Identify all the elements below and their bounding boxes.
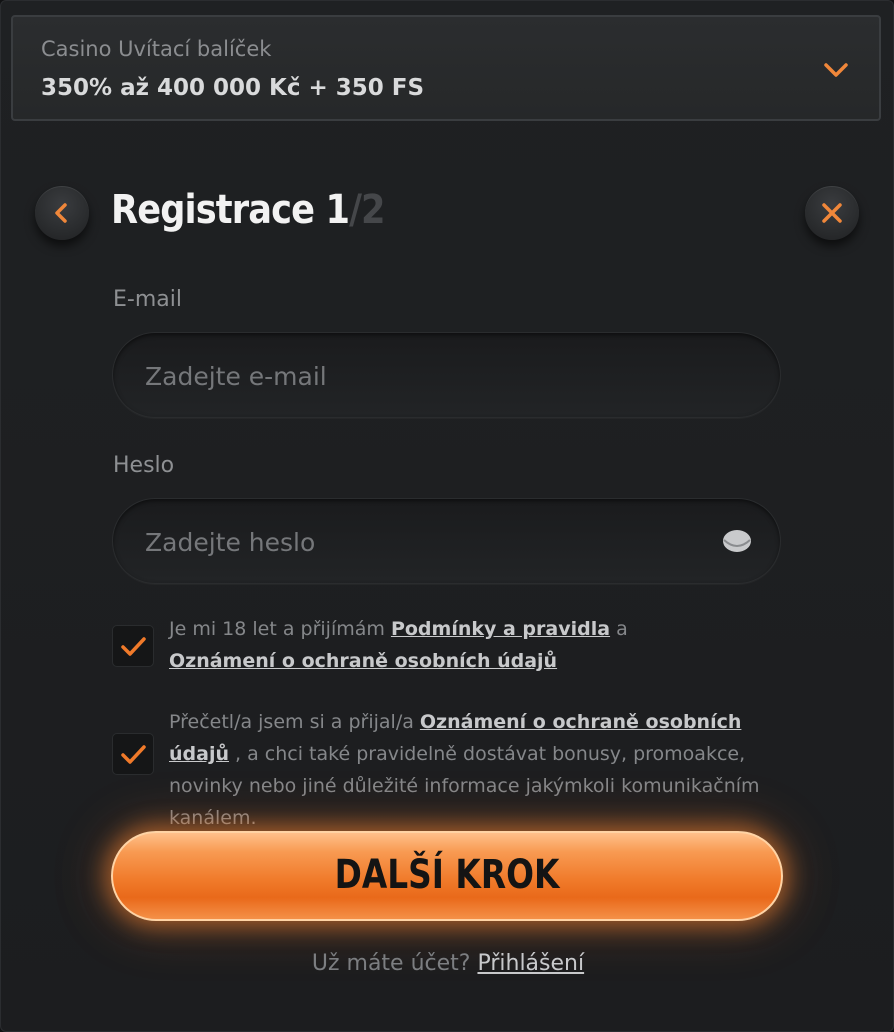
page-title: Registrace 1/2 (111, 187, 386, 233)
email-label: E-mail (113, 287, 182, 312)
chevron-down-icon (824, 63, 848, 77)
terms-text-before: Je mi 18 let a přijímám (169, 618, 391, 640)
bonus-title: Casino Uvítací balíček (41, 37, 272, 61)
welcome-bonus-selector[interactable]: Casino Uvítací balíček 350% až 400 000 K… (11, 15, 881, 121)
page-title-text: Registrace 1 (111, 187, 350, 233)
password-field-container (112, 498, 781, 585)
chevron-left-icon (55, 203, 67, 223)
eye-icon[interactable] (722, 528, 752, 554)
terms-text-middle: a (610, 618, 628, 640)
privacy-link-1[interactable]: Oznámení o ochraně osobních údajů (169, 650, 557, 672)
registration-modal: Casino Uvítací balíček 350% až 400 000 K… (0, 0, 894, 1032)
checkmark-icon (121, 637, 146, 656)
marketing-checkbox[interactable] (112, 733, 154, 775)
terms-checkbox[interactable] (112, 625, 154, 667)
back-button[interactable] (35, 186, 89, 240)
login-prompt-text: Už máte účet? (311, 951, 478, 976)
terms-consent-text: Je mi 18 let a přijímám Podmínky a pravi… (169, 613, 799, 677)
next-step-button[interactable]: DALŠÍ KROK (111, 831, 783, 921)
step-total: /2 (349, 187, 385, 233)
marketing-text-after: , a chci také pravidelně dostávat bonusy… (169, 743, 760, 829)
password-field[interactable] (143, 499, 707, 585)
email-field-container (112, 332, 781, 419)
email-field[interactable] (143, 333, 707, 419)
marketing-consent-text: Přečetl/a jsem si a přijal/a Oznámení o … (169, 706, 799, 834)
marketing-text-before: Přečetl/a jsem si a přijal/a (169, 711, 420, 733)
close-button[interactable] (805, 186, 859, 240)
terms-link[interactable]: Podmínky a pravidla (391, 618, 610, 640)
bonus-value: 350% až 400 000 Kč + 350 FS (41, 75, 425, 101)
login-prompt: Už máte účet? Přihlášení (1, 951, 894, 976)
next-step-label: DALŠÍ KROK (334, 852, 560, 898)
password-label: Heslo (113, 453, 175, 478)
checkmark-icon (121, 745, 146, 764)
login-link[interactable]: Přihlášení (477, 951, 584, 976)
close-icon (822, 203, 842, 223)
